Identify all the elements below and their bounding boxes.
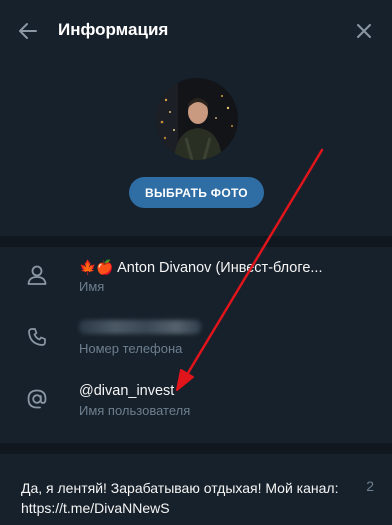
username-row[interactable]: @divan_invest Имя пользователя [0, 372, 392, 434]
select-photo-button[interactable]: ВЫБРАТЬ ФОТО [129, 177, 264, 208]
phone-icon [24, 324, 50, 350]
at-sign-icon [24, 386, 50, 412]
bio-text[interactable]: Да, я лентяй! Зарабатываю отдыхая! Мой к… [21, 478, 341, 518]
phone-label: Номер телефона [79, 341, 183, 356]
name-emoji: 🍁🍎 [79, 259, 114, 275]
avatar-photo [156, 78, 238, 160]
arrow-left-icon [19, 23, 37, 39]
name-value: 🍁🍎 Anton Divanov (Инвест-блоге... [79, 259, 323, 276]
back-button[interactable] [16, 19, 40, 43]
page-title: Информация [58, 20, 169, 39]
phone-number-blurred [79, 320, 201, 334]
header-bar: Информация [0, 0, 392, 62]
bio-char-counter: 2 [366, 478, 374, 494]
section-divider [0, 443, 392, 454]
name-text: Anton Divanov (Инвест-блоге... [117, 260, 323, 276]
username-value: @divan_invest [79, 383, 175, 399]
profile-avatar[interactable] [156, 78, 238, 160]
name-row[interactable]: 🍁🍎 Anton Divanov (Инвест-блоге... Имя [0, 248, 392, 310]
close-button[interactable] [353, 20, 375, 42]
name-label: Имя [79, 279, 105, 294]
person-icon [24, 262, 50, 288]
username-label: Имя пользователя [79, 403, 191, 418]
section-divider [0, 236, 392, 247]
close-icon [357, 24, 371, 38]
